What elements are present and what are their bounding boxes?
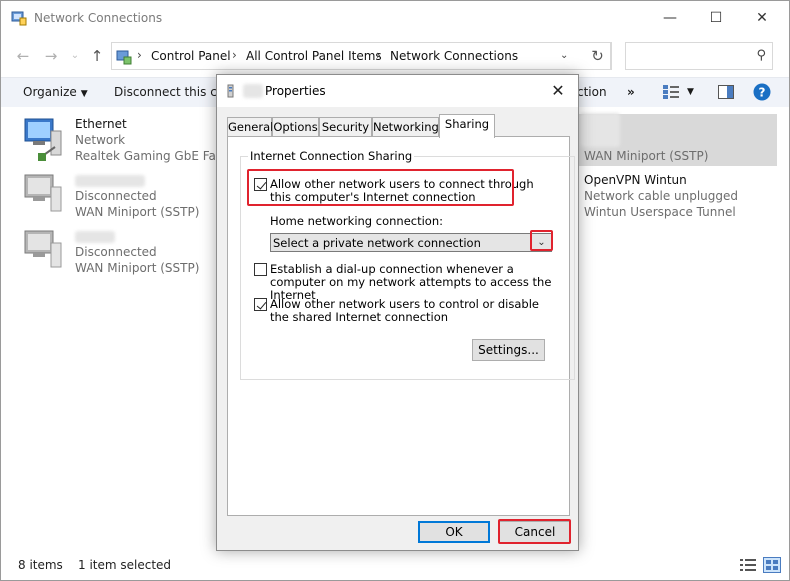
connection-command-button[interactable]: ction <box>577 85 607 99</box>
dialup-checkbox[interactable] <box>254 263 267 276</box>
window-title: Network Connections <box>34 11 163 25</box>
network-folder-icon <box>11 11 27 26</box>
network-adapter-disconnected-icon <box>24 174 62 212</box>
cancel-button[interactable]: Cancel <box>499 521 571 543</box>
allow-connect-label: Allow other network users to connect thr… <box>270 177 534 204</box>
recent-chevron-icon[interactable]: ⌄ <box>65 47 85 65</box>
connection-device: Wintun Userspace Tunnel <box>584 205 736 219</box>
back-arrow-icon[interactable]: ← <box>13 47 33 65</box>
connection-device: WAN Miniport (SSTP) <box>584 149 709 163</box>
connection-name: OpenVPN Wintun <box>584 173 687 187</box>
more-commands-button[interactable]: » <box>627 85 635 99</box>
tab-security[interactable]: Security <box>319 117 372 137</box>
allow-connect-checkbox[interactable] <box>254 178 267 191</box>
address-row: ← → ⌄ ↑ › Control Panel › All Control Pa… <box>1 39 789 73</box>
connection-status: Disconnected <box>75 189 157 203</box>
item-count: 8 items <box>18 558 63 572</box>
connection-status: Network <box>75 133 126 147</box>
breadcrumb-separator-icon: › <box>137 48 142 62</box>
network-item-ethernet[interactable]: Ethernet Network Realtek Gaming GbE Fami… <box>21 117 241 169</box>
properties-dialog: Properties ✕ General Options Security Ne… <box>216 74 579 551</box>
tiles-view-icon[interactable] <box>763 557 781 573</box>
breadcrumb-network-connections[interactable]: Network Connections <box>390 49 518 63</box>
details-view-icon[interactable] <box>739 557 757 573</box>
search-icon: ⚲ <box>756 48 766 63</box>
network-adapter-icon <box>24 118 62 161</box>
selection-count: 1 item selected <box>78 558 172 572</box>
allow-control-checkbox[interactable] <box>254 298 267 311</box>
network-adapter-icon <box>227 84 234 98</box>
svg-text:?: ? <box>759 86 766 100</box>
settings-button[interactable]: Settings... <box>472 339 545 361</box>
connection-device: WAN Miniport (SSTP) <box>75 205 200 219</box>
help-icon[interactable]: ? <box>753 83 771 101</box>
connection-device: WAN Miniport (SSTP) <box>75 261 200 275</box>
breadcrumb-control-panel[interactable]: Control Panel <box>151 49 231 63</box>
network-item-wan-2[interactable]: Disconnected WAN Miniport (SSTP) <box>21 229 231 281</box>
control-panel-icon <box>116 50 132 65</box>
organize-button[interactable]: Organize ▼ <box>23 85 88 99</box>
tab-sharing[interactable]: Sharing <box>439 114 495 138</box>
dialog-title: Properties <box>265 84 326 98</box>
view-dropdown-icon[interactable]: ▼ <box>687 87 694 97</box>
disconnect-button[interactable]: Disconnect this con <box>114 85 232 99</box>
chevron-down-icon[interactable]: ⌄ <box>533 234 550 251</box>
breadcrumb-separator-icon: › <box>232 48 237 62</box>
tab-networking[interactable]: Networking <box>372 117 439 137</box>
network-item-wan-1[interactable]: Disconnected WAN Miniport (SSTP) <box>21 173 231 225</box>
preview-pane-icon[interactable] <box>718 85 734 99</box>
address-dropdown-icon[interactable]: ⌄ <box>560 50 568 61</box>
connection-status: Disconnected <box>75 245 157 259</box>
home-networking-value: Select a private network connection <box>273 236 481 250</box>
maximize-button[interactable]: ☐ <box>701 5 731 31</box>
ok-button[interactable]: OK <box>418 521 490 543</box>
tab-options[interactable]: Options <box>272 117 319 137</box>
close-window-button[interactable]: ✕ <box>747 5 777 31</box>
close-icon[interactable]: ✕ <box>546 79 570 103</box>
home-networking-label: Home networking connection: <box>270 214 443 228</box>
status-bar: 8 items 1 item selected <box>1 554 789 580</box>
redacted-icon <box>580 113 620 147</box>
forward-arrow-icon[interactable]: → <box>41 47 61 65</box>
redacted-connection-name <box>243 84 263 98</box>
home-networking-select[interactable]: Select a private network connection ⌄ <box>270 233 552 252</box>
caret-down-icon: ▼ <box>80 89 88 99</box>
connection-status: Network cable unplugged <box>584 189 739 203</box>
ics-group-title: Internet Connection Sharing <box>248 149 415 163</box>
organize-label: Organize <box>23 85 77 99</box>
breadcrumb-all-items[interactable]: All Control Panel Items <box>246 49 382 63</box>
tab-general[interactable]: General <box>227 117 273 137</box>
address-bar[interactable]: › Control Panel › All Control Panel Item… <box>111 42 611 70</box>
search-input[interactable]: ⚲ <box>625 42 773 70</box>
connection-name: Ethernet <box>75 117 127 131</box>
change-view-icon[interactable] <box>663 85 679 99</box>
allow-control-label: Allow other network users to control or … <box>270 297 539 324</box>
sharing-tab-panel: Internet Connection Sharing Allow other … <box>227 136 575 516</box>
title-bar: Network Connections — ☐ ✕ <box>1 1 789 37</box>
network-adapter-disconnected-icon <box>24 230 62 268</box>
redacted-name <box>75 231 115 243</box>
breadcrumb-separator-icon: › <box>376 48 381 62</box>
refresh-icon[interactable]: ↻ <box>584 42 612 70</box>
up-arrow-icon[interactable]: ↑ <box>87 47 107 65</box>
redacted-name <box>75 175 145 187</box>
minimize-button[interactable]: — <box>655 5 685 31</box>
dialog-title-bar: Properties ✕ <box>217 75 578 107</box>
